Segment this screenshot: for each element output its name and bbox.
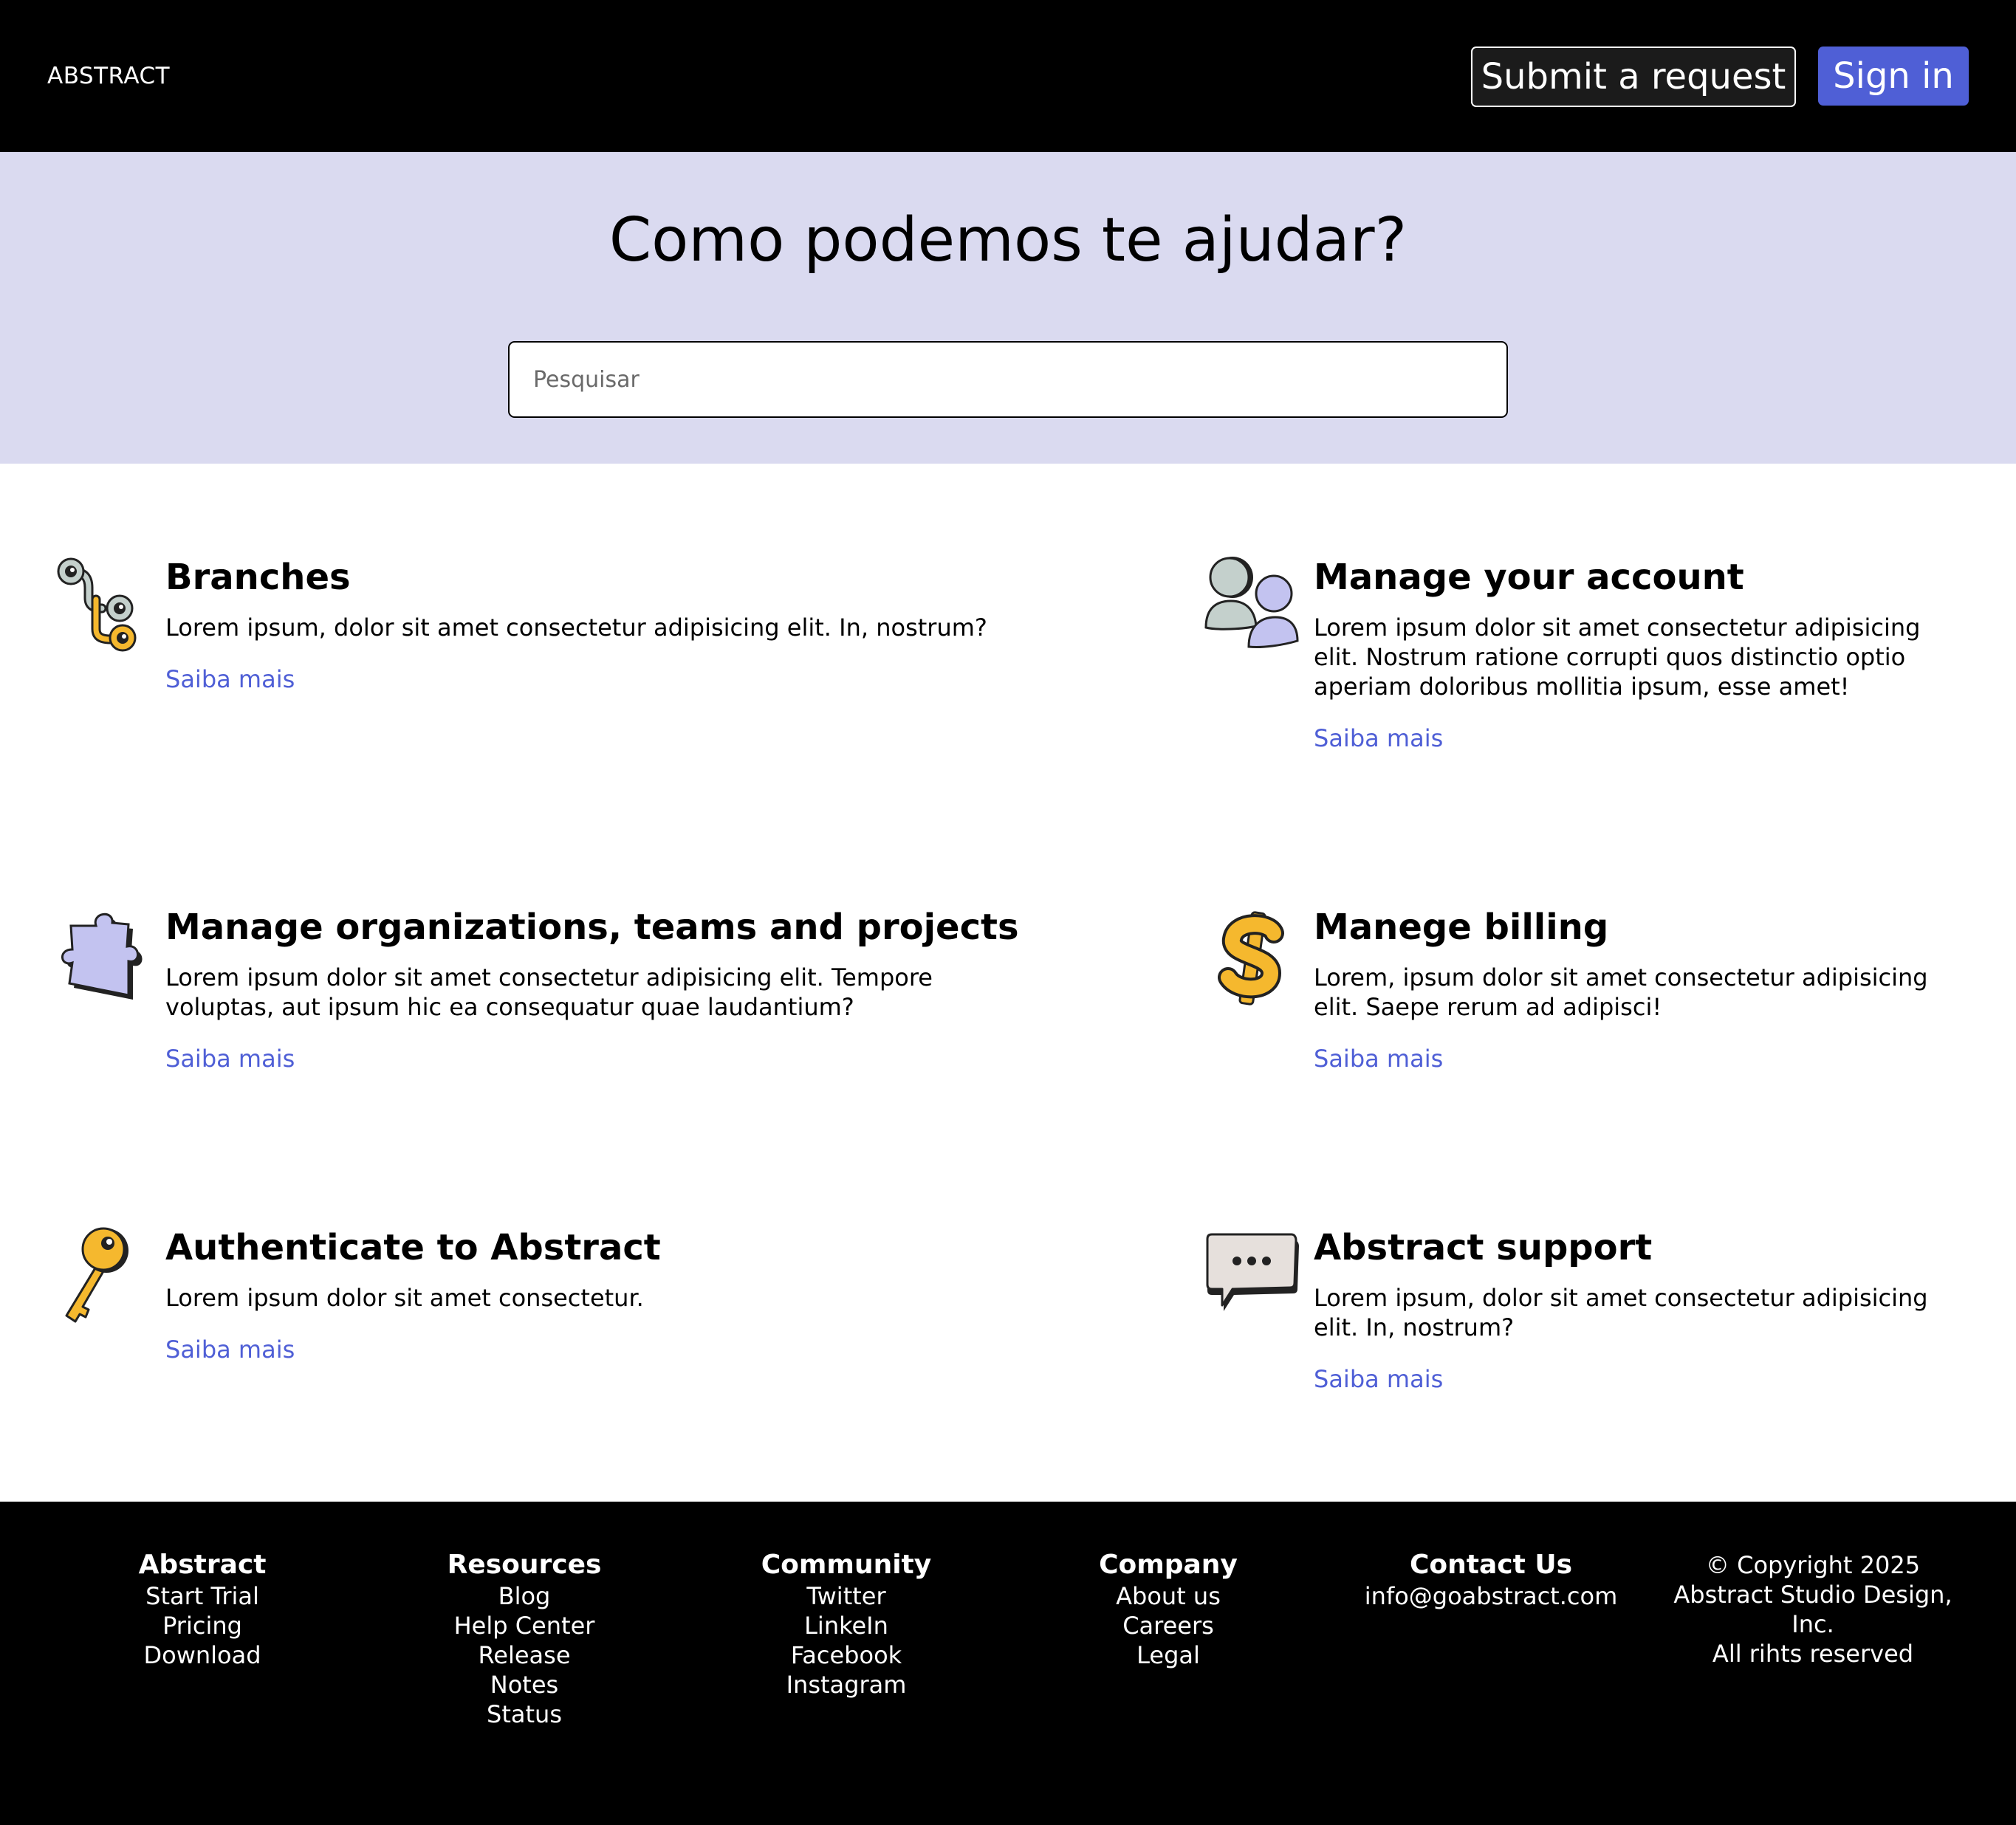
footer-link-notes[interactable]: Notes <box>369 1670 679 1699</box>
footer-heading: Contact Us <box>1409 1550 1573 1580</box>
branches-icon <box>55 555 151 659</box>
footer-heading: Abstract <box>138 1550 267 1580</box>
users-icon <box>1203 555 1299 659</box>
footer: Abstract Start Trial Pricing Download Re… <box>0 1502 2016 1825</box>
sign-in-button[interactable]: Sign in <box>1818 47 1969 106</box>
card-title: Manage your account <box>1314 557 1744 598</box>
footer-column-contact: Contact Us info@goabstract.com <box>1336 1549 1646 1611</box>
copyright-line: © Copyright 2025 <box>1705 1551 1921 1579</box>
footer-link-download[interactable]: Download <box>47 1640 357 1670</box>
card-description: Lorem ipsum, dolor sit amet consectetur … <box>165 614 987 642</box>
learn-more-link[interactable]: Saiba mais <box>1314 724 1443 753</box>
card-manage-billing: Manege billing Lorem, ipsum dolor sit am… <box>1218 905 1949 1073</box>
footer-column-community: Community Twitter LinkeIn Facebook Insta… <box>691 1549 1001 1699</box>
card-title: Manege billing <box>1314 907 1609 948</box>
footer-link-about-us[interactable]: About us <box>1013 1581 1323 1611</box>
footer-heading: Community <box>761 1550 932 1580</box>
brand-logo[interactable]: ABSTRACT <box>47 58 170 94</box>
card-title: Authenticate to Abstract <box>165 1227 661 1268</box>
chat-bubble-icon <box>1203 1226 1299 1329</box>
card-manage-account: Manage your account Lorem ipsum dolor si… <box>1204 555 1949 753</box>
copyright-line: Inc. <box>1792 1610 1834 1638</box>
copyright-line: Abstract Studio Design, <box>1673 1581 1952 1609</box>
key-icon <box>55 1226 151 1329</box>
learn-more-link[interactable]: Saiba mais <box>165 1335 295 1364</box>
card-manage-organizations: Manage organizations, teams and projects… <box>61 905 1019 1073</box>
footer-link-careers[interactable]: Careers <box>1013 1611 1323 1640</box>
learn-more-link[interactable]: Saiba mais <box>1314 1364 1443 1394</box>
learn-more-link[interactable]: Saiba mais <box>165 664 295 694</box>
footer-column-company: Company About us Careers Legal <box>1013 1549 1323 1670</box>
puzzle-icon <box>55 905 151 1008</box>
footer-link-linkedin[interactable]: LinkeIn <box>691 1611 1001 1640</box>
copyright-line: All rihts reserved <box>1712 1640 1914 1668</box>
submit-request-button[interactable]: Submit a request <box>1471 47 1796 107</box>
card-abstract-support: Abstract support Lorem ipsum, dolor sit … <box>1206 1226 1949 1394</box>
hero-section: Como podemos te ajudar? <box>0 152 2016 464</box>
footer-link-legal[interactable]: Legal <box>1013 1640 1323 1670</box>
footer-link-pricing[interactable]: Pricing <box>47 1611 357 1640</box>
footer-link-instagram[interactable]: Instagram <box>691 1670 1001 1699</box>
card-description: Lorem ipsum dolor sit amet consectetur a… <box>165 963 933 1021</box>
footer-link-release[interactable]: Release <box>369 1640 679 1670</box>
card-title: Branches <box>165 557 351 598</box>
hero-title: Como podemos te ajudar? <box>608 205 1408 275</box>
footer-heading: Company <box>1099 1550 1238 1580</box>
footer-link-twitter[interactable]: Twitter <box>691 1581 1001 1611</box>
footer-link-help-center[interactable]: Help Center <box>369 1611 679 1640</box>
top-navbar: ABSTRACT Submit a request Sign in <box>0 0 2016 152</box>
footer-column-resources: Resources Blog Help Center Release Notes… <box>369 1549 679 1729</box>
footer-link-status[interactable]: Status <box>369 1699 679 1729</box>
card-description: Lorem, ipsum dolor sit amet consectetur … <box>1314 963 1928 1021</box>
learn-more-link[interactable]: Saiba mais <box>165 1044 295 1073</box>
card-description: Lorem ipsum, dolor sit amet consectetur … <box>1314 1284 1928 1341</box>
card-branches: Branches Lorem ipsum, dolor sit amet con… <box>57 555 1022 694</box>
card-title: Manage organizations, teams and projects <box>165 907 1019 948</box>
footer-link-blog[interactable]: Blog <box>369 1581 679 1611</box>
footer-link-email[interactable]: info@goabstract.com <box>1336 1581 1646 1611</box>
footer-link-start-trial[interactable]: Start Trial <box>47 1581 357 1611</box>
footer-heading: Resources <box>447 1550 602 1580</box>
card-title: Abstract support <box>1314 1227 1653 1268</box>
copyright-notice: © Copyright 2025 Abstract Studio Design,… <box>1650 1550 1975 1668</box>
dollar-icon <box>1203 905 1299 1008</box>
footer-column-abstract: Abstract Start Trial Pricing Download <box>47 1549 357 1670</box>
card-authenticate: Authenticate to Abstract Lorem ipsum dol… <box>65 1226 1022 1364</box>
search-input[interactable] <box>508 341 1508 418</box>
learn-more-link[interactable]: Saiba mais <box>1314 1044 1443 1073</box>
footer-link-facebook[interactable]: Facebook <box>691 1640 1001 1670</box>
card-description: Lorem ipsum dolor sit amet consectetur. <box>165 1284 644 1312</box>
card-description: Lorem ipsum dolor sit amet consectetur a… <box>1314 614 1921 701</box>
